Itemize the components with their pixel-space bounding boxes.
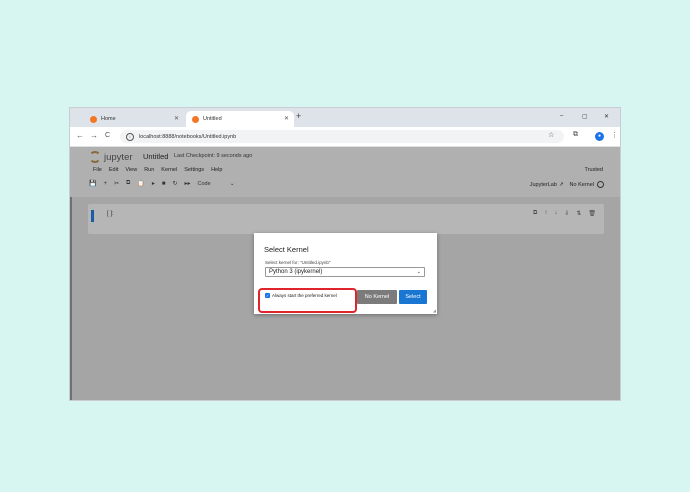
jupyter-logo-text: jupyter (104, 151, 133, 163)
browser-menu-icon[interactable]: ⋮ (611, 131, 618, 139)
profile-avatar-icon[interactable]: ● (595, 132, 604, 141)
insert-cell-icon[interactable]: + (103, 181, 107, 187)
dialog-title: Select Kernel (264, 245, 309, 254)
jupyter-favicon-icon (192, 115, 199, 123)
menu-edit[interactable]: Edit (109, 167, 118, 173)
reload-icon[interactable]: C (105, 132, 110, 139)
notebook-toolbar: 💾 + ✂ ⧉ 📋 ▸ ■ ↻ ▸▸ Code ⌄ (89, 180, 249, 187)
tab-home-label: Home (101, 116, 116, 122)
no-kernel-button[interactable]: No Kernel (357, 290, 397, 304)
tab-untitled-label: Untitled (203, 116, 222, 122)
jupyter-logo-icon (89, 151, 101, 163)
tab-bar: Home ✕ Untitled ✕ + – ▢ ✕ (70, 108, 620, 127)
tab-close-icon[interactable]: ✕ (284, 115, 289, 122)
menu-help[interactable]: Help (211, 167, 222, 173)
extensions-icon[interactable]: ⧉ (573, 131, 578, 139)
new-tab-button[interactable]: + (296, 111, 301, 121)
bookmark-star-icon[interactable]: ☆ (548, 131, 554, 139)
address-bar-row: ← → C i localhost:8888/notebooks/Untitle… (70, 127, 620, 147)
url-field[interactable]: i localhost:8888/notebooks/Untitled.ipyn… (120, 130, 564, 143)
back-icon[interactable]: ← (76, 131, 84, 140)
minimize-icon[interactable]: – (560, 113, 563, 119)
cell-type-select[interactable]: Code ⌄ (198, 181, 242, 187)
duplicate-cell-icon[interactable]: ⧉ (533, 210, 537, 217)
cell-type-value: Code (197, 180, 211, 187)
menu-settings[interactable]: Settings (184, 167, 204, 173)
menu-bar: File Edit View Run Kernel Settings Help (93, 167, 229, 173)
kernel-select-value: Python 3 (ipykernel) (269, 269, 323, 275)
jupyter-favicon-icon (90, 115, 97, 123)
code-cell[interactable]: [ ]: ⧉ ↑ ↓ ⇩ ⇅ 🗑 (88, 204, 604, 234)
kernel-select-label: Select kernel for: "Untitled.ipynb" (265, 260, 331, 265)
chevron-down-icon: ⌄ (416, 269, 421, 275)
save-icon[interactable]: 💾 (89, 180, 96, 187)
move-down-icon[interactable]: ↓ (554, 210, 557, 217)
chevron-down-icon: ⌄ (229, 180, 235, 187)
checkpoint-status: Last Checkpoint: 9 seconds ago (174, 153, 253, 159)
notebook-title[interactable]: Untitled (143, 152, 168, 161)
stop-icon[interactable]: ■ (162, 181, 166, 187)
external-link-icon: ↗ (558, 181, 564, 188)
tab-home[interactable]: Home ✕ (84, 111, 184, 127)
paste-icon[interactable]: 📋 (137, 180, 144, 187)
menu-run[interactable]: Run (144, 167, 154, 173)
select-button[interactable]: Select (399, 290, 427, 304)
delete-cell-icon[interactable]: 🗑 (588, 210, 596, 217)
forward-icon[interactable]: → (90, 131, 98, 140)
active-cell-marker (91, 210, 94, 222)
jupyter-header: jupyter Untitled Last Checkpoint: 9 seco… (70, 147, 620, 197)
restore-icon[interactable]: ▢ (582, 113, 588, 120)
kernel-status-icon (597, 181, 604, 188)
menu-view[interactable]: View (125, 167, 137, 173)
cut-icon[interactable]: ✂ (114, 180, 119, 187)
site-info-icon[interactable]: i (126, 132, 134, 141)
run-all-icon[interactable]: ▸▸ (184, 180, 190, 187)
cell-toolbar: ⧉ ↑ ↓ ⇩ ⇅ 🗑 (526, 210, 596, 217)
close-window-icon[interactable]: ✕ (604, 113, 609, 120)
tab-close-icon[interactable]: ✕ (174, 115, 179, 122)
tab-untitled[interactable]: Untitled ✕ (186, 111, 294, 127)
kernel-status-area: JupyterLab ↗ No Kernel (530, 181, 604, 188)
kernel-select[interactable]: Python 3 (ipykernel) ⌄ (265, 267, 425, 277)
menu-file[interactable]: File (93, 167, 102, 173)
kernel-name[interactable]: No Kernel (570, 182, 594, 188)
jupyter-logo[interactable]: jupyter (89, 151, 133, 163)
jupyterlab-link[interactable]: JupyterLab (530, 182, 557, 188)
cell-prompt: [ ]: (107, 211, 114, 217)
restart-icon[interactable]: ↻ (172, 180, 177, 187)
menu-kernel[interactable]: Kernel (161, 167, 177, 173)
merge-cells-icon[interactable]: ⇅ (576, 210, 581, 217)
insert-below-icon[interactable]: ⇩ (564, 210, 569, 217)
move-up-icon[interactable]: ↑ (544, 210, 547, 217)
url-text: localhost:8888/notebooks/Untitled.ipynb (139, 133, 237, 140)
trusted-indicator[interactable]: Trusted (585, 167, 603, 173)
resize-grip-icon[interactable]: ◢ (433, 308, 436, 313)
annotation-highlight-box (258, 288, 357, 313)
run-icon[interactable]: ▸ (152, 180, 155, 187)
copy-icon[interactable]: ⧉ (126, 180, 130, 187)
